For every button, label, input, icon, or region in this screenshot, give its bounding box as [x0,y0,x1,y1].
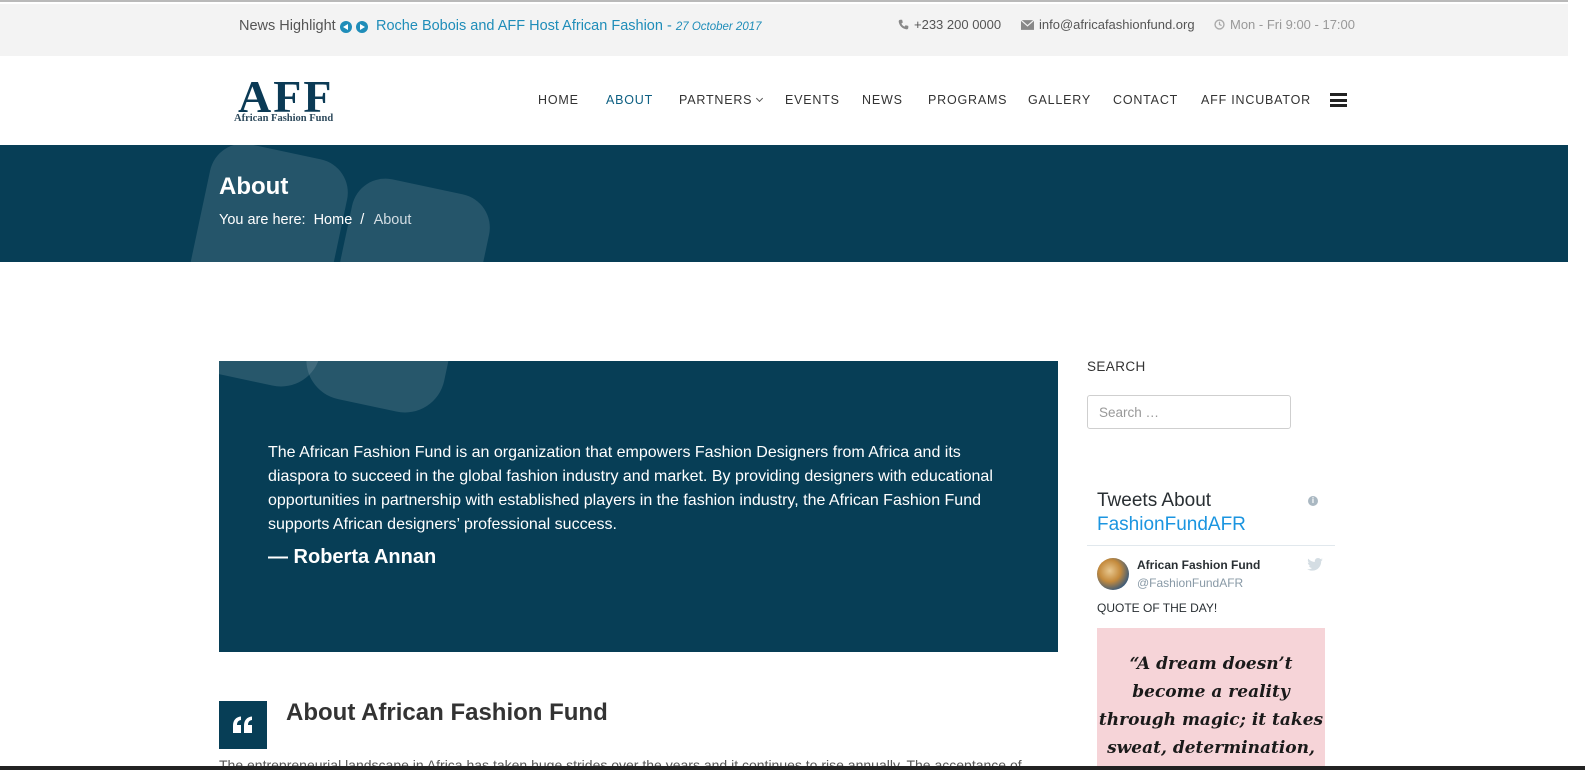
twitter-timeline-widget: Tweets About FashionFundAFR i African Fa… [1087,480,1335,778]
avatar[interactable] [1097,558,1129,590]
phone-icon [898,19,909,30]
search-widget-title: SEARCH [1087,359,1146,374]
nav-item-about[interactable]: ABOUT [606,93,653,107]
nav-item-events[interactable]: EVENTS [785,93,840,107]
opening-hours: Mon - Fri 9:00 - 17:00 [1230,17,1355,32]
mission-quote-block: The African Fashion Fund is an organizat… [219,361,1058,652]
news-title[interactable]: Roche Bobois and AFF Host African Fashio… [376,18,663,34]
about-heading: About African Fashion Fund [286,699,608,726]
chevron-down-icon [756,94,764,103]
decorative-quote-shape [181,145,355,262]
tweet-text: QUOTE OF THE DAY! [1097,601,1218,615]
news-prev-icon[interactable] [340,21,352,33]
news-highlight-link[interactable]: Roche Bobois and AFF Host African Fashio… [376,18,762,34]
tweet-author-handle[interactable]: @FashionFundAFR [1137,576,1243,590]
nav-item-home[interactable]: HOME [538,93,579,107]
contact-hours: Mon - Fri 9:00 - 17:00 [1214,17,1355,32]
nav-item-contact[interactable]: CONTACT [1113,93,1178,107]
nav-item-partners[interactable]: PARTNERS [679,93,764,107]
site-header: AFF African Fashion Fund HOME ABOUT PART… [0,56,1568,145]
tweet-image[interactable]: “A dream doesn’t become a reality throug… [1097,628,1325,778]
tweet-image-quote: “A dream doesn’t become a reality throug… [1098,654,1324,758]
news-next-icon[interactable] [356,21,368,33]
tweets-title: Tweets About FashionFundAFR [1097,489,1246,537]
nav-item-news[interactable]: NEWS [862,93,903,107]
nav-item-gallery[interactable]: GALLERY [1028,93,1091,107]
email-address[interactable]: info@africafashionfund.org [1039,17,1195,32]
divider [1087,545,1335,546]
logo-subtitle: African Fashion Fund [234,113,334,124]
news-date: 27 October 2017 [675,21,762,33]
site-logo[interactable]: AFF African Fashion Fund [232,72,356,130]
hamburger-icon[interactable] [1330,93,1347,107]
nav-item-partners-label: PARTNERS [679,93,753,107]
envelope-icon [1021,19,1034,30]
tweets-handle-link[interactable]: FashionFundAFR [1097,514,1246,535]
phone-number: +233 200 0000 [914,17,1002,32]
info-icon[interactable]: i [1308,496,1318,506]
page-title: About [219,173,289,200]
tweet-author-name[interactable]: African Fashion Fund [1137,558,1260,572]
contact-phone: +233 200 0000 [898,17,1001,32]
window-bottom-strip [0,770,1585,778]
breadcrumb-prefix: You are here: [219,212,306,228]
breadcrumb-separator: / [360,212,365,228]
page: News Highlight Roche Bobois and AFF Host… [0,0,1568,778]
search-input[interactable] [1087,395,1291,429]
breadcrumb-home-link[interactable]: Home [314,212,353,228]
quote-text: The African Fashion Fund is an organizat… [268,444,993,533]
quote-icon [219,701,267,749]
page-hero: About You are here: Home / About [0,145,1568,262]
decorative-quote-shape [298,361,468,420]
page-right-gutter [1568,0,1585,778]
breadcrumb: You are here: Home / About [219,212,411,228]
tweets-title-prefix: Tweets About [1097,490,1212,511]
top-bar: News Highlight Roche Bobois and AFF Host… [0,4,1568,56]
news-dash: - [662,18,676,34]
nav-item-aff-incubator[interactable]: AFF INCUBATOR [1201,93,1311,107]
twitter-bird-icon[interactable] [1307,558,1323,571]
contact-email: info@africafashionfund.org [1021,17,1195,32]
quote-author: — Roberta Annan [268,546,437,568]
clock-icon [1214,19,1225,30]
news-highlight-label: News Highlight [239,18,336,34]
breadcrumb-current: About [373,212,412,228]
nav-item-programs[interactable]: PROGRAMS [928,93,1007,107]
